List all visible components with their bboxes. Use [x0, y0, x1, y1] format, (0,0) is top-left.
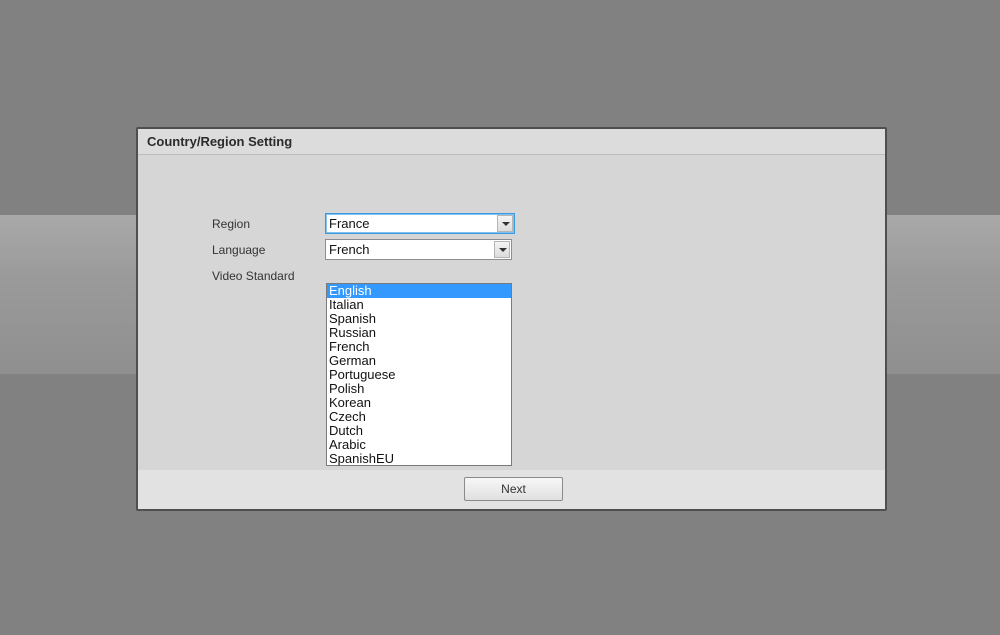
language-option[interactable]: English [327, 284, 511, 298]
language-option[interactable]: Portuguese [327, 368, 511, 382]
region-label: Region [212, 217, 251, 231]
language-option[interactable]: Dutch [327, 424, 511, 438]
language-select[interactable]: French [325, 239, 512, 260]
video-standard-label: Video Standard [212, 269, 295, 283]
language-option[interactable]: SpanishEU [327, 452, 511, 466]
language-option[interactable]: German [327, 354, 511, 368]
language-option[interactable]: Russian [327, 326, 511, 340]
dialog-title: Country/Region Setting [147, 134, 293, 149]
language-select-value: French [329, 242, 370, 257]
country-region-dialog: Country/Region Setting Region France Lan… [136, 127, 887, 511]
region-select-value: France [329, 216, 370, 231]
chevron-down-icon[interactable] [497, 215, 513, 232]
language-option[interactable]: Arabic [327, 438, 511, 452]
language-option[interactable]: Korean [327, 396, 511, 410]
region-select[interactable]: France [325, 213, 515, 234]
language-option[interactable]: French [327, 340, 511, 354]
language-option[interactable]: Italian [327, 298, 511, 312]
language-dropdown-list[interactable]: English Italian Spanish Russian French German… [326, 283, 512, 466]
language-label: Language [212, 243, 266, 257]
dialog-footer: Next [138, 470, 885, 509]
language-option[interactable]: Czech [327, 410, 511, 424]
chevron-down-icon[interactable] [494, 241, 510, 258]
dialog-header: Country/Region Setting [138, 129, 885, 155]
language-option[interactable]: Polish [327, 382, 511, 396]
dialog-body: Region France Language French Video Stan… [138, 155, 885, 470]
next-button[interactable]: Next [464, 477, 563, 501]
language-option[interactable]: Spanish [327, 312, 511, 326]
